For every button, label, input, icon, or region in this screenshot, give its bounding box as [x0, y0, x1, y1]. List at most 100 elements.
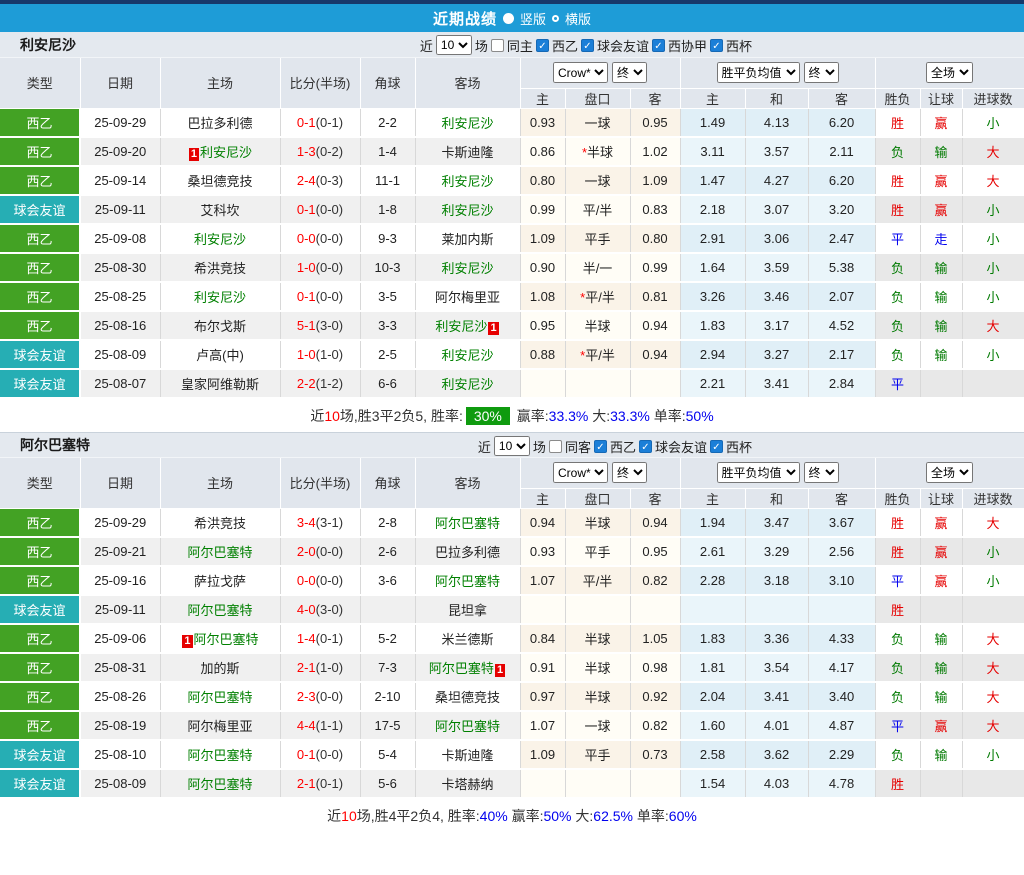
odds-stage-select[interactable]: 终 — [612, 462, 647, 483]
avg-selects: 胜平负均值终 — [681, 62, 875, 83]
cell-avg-away: 3.40 — [808, 682, 875, 711]
cell-avg-away: 2.47 — [808, 224, 875, 253]
league-checkbox-0[interactable]: ✓ — [594, 440, 607, 453]
team-label: 卡斯迪隆 — [441, 145, 493, 160]
matches-count-select[interactable]: 10 — [494, 436, 530, 456]
cell-avg-away: 2.56 — [808, 537, 875, 566]
scope-select[interactable]: 全场 — [926, 62, 973, 83]
cell-home-team: 希洪竞技 — [160, 508, 280, 537]
cell-away-team: 米兰德斯 — [415, 624, 520, 653]
full-time-score: 2-0 — [297, 544, 316, 559]
avg-source-select[interactable]: 胜平负均值 — [717, 62, 800, 83]
cell-date: 25-08-09 — [80, 769, 160, 798]
avg-source-select[interactable]: 胜平负均值 — [717, 462, 800, 483]
cell-league-type: 西乙 — [0, 137, 80, 166]
cell-avg-draw: 3.29 — [745, 537, 808, 566]
summary-part-8: 单率: — [633, 806, 669, 826]
cell-avg-home: 2.61 — [680, 537, 745, 566]
cell-date: 25-09-29 — [80, 508, 160, 537]
league-checkbox-label-0: 西乙 — [552, 36, 578, 55]
same-venue-checkbox[interactable] — [491, 39, 504, 52]
summary-part-4: 赢率: — [513, 406, 549, 426]
cell-home-team: 艾科坎 — [160, 195, 280, 224]
cell-away-team: 利安尼沙 — [415, 369, 520, 398]
league-checkbox-2[interactable]: ✓ — [652, 39, 665, 52]
layout-radio-vertical[interactable] — [503, 13, 514, 24]
league-checkbox-1[interactable]: ✓ — [639, 440, 652, 453]
cell-date: 25-08-10 — [80, 740, 160, 769]
col-odds-home: 主 — [520, 88, 565, 108]
layout-radio-horizontal[interactable] — [552, 15, 559, 22]
matches-count-select[interactable]: 10 — [436, 35, 472, 55]
cell-avg-draw: 3.07 — [745, 195, 808, 224]
cell-result: 胜 — [875, 108, 920, 137]
cell-odds-home: 0.86 — [520, 137, 565, 166]
col-header-type: 类型 — [0, 458, 80, 508]
cell-date: 25-09-20 — [80, 137, 160, 166]
half-time-score: (0-0) — [316, 747, 343, 762]
handicap-label: 半球 — [584, 661, 610, 676]
cell-home-team: 利安尼沙 — [160, 282, 280, 311]
cell-goals-result: 大 — [962, 166, 1024, 195]
cell-goals-result: 小 — [962, 195, 1024, 224]
games-label: 场 — [475, 36, 488, 55]
odds-source-select[interactable]: Crow* — [553, 62, 608, 83]
full-time-score: 0-0 — [297, 231, 316, 246]
col-header-corner: 角球 — [360, 458, 415, 508]
cell-odds-home — [520, 369, 565, 398]
cell-odds-home: 0.94 — [520, 508, 565, 537]
full-time-score: 4-4 — [297, 718, 316, 733]
cell-score: 0-1(0-0) — [280, 282, 360, 311]
cell-corner: 1-8 — [360, 195, 415, 224]
cell-away-team: 桑坦德竞技 — [415, 682, 520, 711]
cell-score: 3-4(3-1) — [280, 508, 360, 537]
scope-select[interactable]: 全场 — [926, 462, 973, 483]
match-row: 西乙25-09-29巴拉多利德0-1(0-1)2-2利安尼沙0.93一球0.95… — [0, 108, 1024, 137]
cell-score: 4-0(3-0) — [280, 595, 360, 624]
cell-handicap-result: 赢 — [920, 537, 962, 566]
col-handicap-result: 让球 — [920, 88, 962, 108]
cell-avg-home: 2.21 — [680, 369, 745, 398]
match-row: 西乙25-08-19阿尔梅里亚4-4(1-1)17-5阿尔巴塞特1.07一球0.… — [0, 711, 1024, 740]
team-label: 米兰德斯 — [441, 632, 493, 647]
half-time-score: (0-1) — [316, 631, 343, 646]
cell-avg-away: 2.11 — [808, 137, 875, 166]
league-checkbox-0[interactable]: ✓ — [536, 39, 549, 52]
cell-odds-home: 0.99 — [520, 195, 565, 224]
avg-stage-select[interactable]: 终 — [804, 62, 839, 83]
cell-odds-away: 0.94 — [630, 340, 680, 369]
cell-handicap: 平/半 — [565, 195, 630, 224]
league-checkbox-1[interactable]: ✓ — [581, 39, 594, 52]
league-checkbox-2[interactable]: ✓ — [710, 440, 723, 453]
cell-league-type: 西乙 — [0, 653, 80, 682]
table-header-row-groups: 类型日期主场比分(半场)角球客场Crow*终胜平负均值终全场 — [0, 458, 1024, 488]
cell-avg-draw: 4.03 — [745, 769, 808, 798]
odds-stage-select[interactable]: 终 — [612, 62, 647, 83]
league-checkbox-3[interactable]: ✓ — [710, 39, 723, 52]
cell-avg-draw: 3.36 — [745, 624, 808, 653]
cell-goals-result: 小 — [962, 537, 1024, 566]
summary-part-8: 单率: — [650, 406, 686, 426]
col-odds-handicap: 盘口 — [565, 488, 630, 508]
match-row: 西乙25-09-08利安尼沙0-0(0-0)9-3莱加内斯1.09平手0.802… — [0, 224, 1024, 253]
cell-avg-away: 3.10 — [808, 566, 875, 595]
full-time-score: 1-0 — [297, 347, 316, 362]
team-label: 艾科坎 — [200, 203, 239, 218]
summary-part-1: 10 — [341, 808, 357, 824]
half-time-score: (1-2) — [316, 376, 343, 391]
cell-goals-result — [962, 369, 1024, 398]
full-time-score: 2-4 — [297, 173, 316, 188]
same-venue-checkbox[interactable] — [549, 440, 562, 453]
full-time-score: 5-1 — [297, 318, 316, 333]
cell-league-type: 球会友谊 — [0, 595, 80, 624]
cell-away-team: 阿尔巴塞特1 — [415, 653, 520, 682]
cell-score: 2-1(0-1) — [280, 769, 360, 798]
odds-source-select[interactable]: Crow* — [553, 462, 608, 483]
summary-part-7: 33.3% — [610, 408, 650, 424]
full-time-score: 0-1 — [297, 115, 316, 130]
match-row: 球会友谊25-09-11阿尔巴塞特4-0(3-0)昆坦拿胜 — [0, 595, 1024, 624]
full-time-score: 0-1 — [297, 289, 316, 304]
cell-avg-home: 3.26 — [680, 282, 745, 311]
half-time-score: (0-1) — [316, 115, 343, 130]
avg-stage-select[interactable]: 终 — [804, 462, 839, 483]
